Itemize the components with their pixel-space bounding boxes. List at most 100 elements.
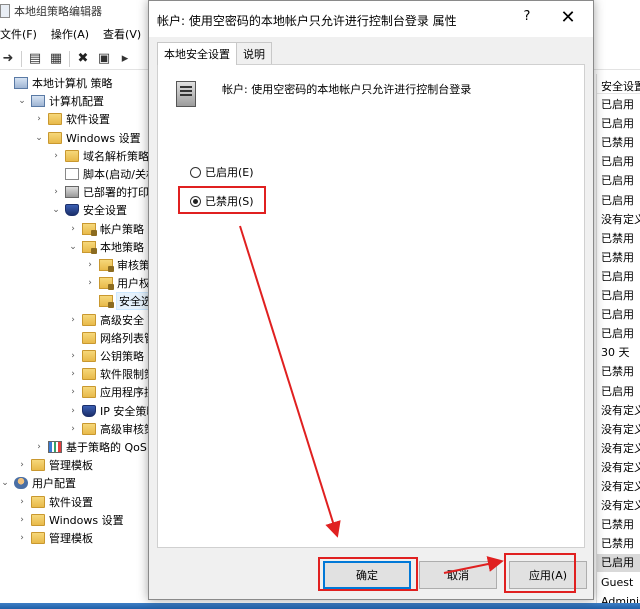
expand-chevron-icon[interactable]: ›	[17, 515, 27, 525]
setting-value[interactable]: 没有定义	[597, 459, 640, 477]
expand-chevron-icon[interactable]: ›	[68, 224, 78, 234]
tree-item[interactable]: 本地计算机 策略	[0, 74, 113, 92]
setting-value[interactable]: 没有定义	[597, 211, 640, 229]
tree-item[interactable]: › 基于策略的 QoS	[34, 438, 147, 456]
help-button[interactable]: ?	[517, 9, 537, 29]
expand-chevron-icon[interactable]: ›	[51, 151, 61, 161]
expand-chevron-icon[interactable]: ⌄	[68, 242, 78, 252]
tree-item[interactable]: › 已部署的打印机	[51, 183, 160, 201]
expand-chevron-icon[interactable]: ›	[17, 533, 27, 543]
setting-value[interactable]: 已启用	[597, 172, 640, 190]
setting-value[interactable]: 已启用	[597, 325, 640, 343]
tab-panel: 帐户: 使用空密码的本地帐户只允许进行控制台登录 已启用(E) 已禁用(S)	[157, 64, 585, 548]
expand-chevron-icon[interactable]: ›	[34, 114, 44, 124]
expand-chevron-icon[interactable]: ›	[34, 442, 44, 452]
setting-value[interactable]: 没有定义	[597, 402, 640, 420]
folder-icon	[31, 459, 45, 472]
setting-value[interactable]: Guest	[597, 574, 640, 592]
computer-icon	[31, 95, 45, 108]
setting-value[interactable]: 没有定义	[597, 421, 640, 439]
tree-item[interactable]: › 域名解析策略	[51, 147, 149, 165]
expand-chevron-icon[interactable]: ›	[51, 187, 61, 197]
tree-item[interactable]: ⌄ 本地策略	[68, 238, 144, 256]
setting-value[interactable]: 已启用	[597, 115, 640, 133]
delete-icon[interactable]: ✖	[75, 51, 91, 67]
folder-icon	[82, 368, 96, 381]
radio-enabled[interactable]	[190, 166, 201, 178]
tree-item[interactable]: ⌄ 计算机配置	[17, 92, 104, 110]
tree-item[interactable]: › 软件设置	[17, 493, 93, 511]
expand-chevron-icon[interactable]: ⌄	[34, 133, 44, 143]
expand-chevron-icon[interactable]: ›	[68, 387, 78, 397]
option-enabled[interactable]: 已启用(E)	[190, 163, 254, 181]
setting-value[interactable]: 已启用	[597, 192, 640, 210]
tree-item[interactable]: ⌄ 用户配置	[0, 474, 76, 492]
setting-value[interactable]: 30 天	[597, 344, 640, 362]
setting-value[interactable]: 已启用	[597, 554, 640, 573]
tree-item-label: 管理模板	[49, 459, 93, 473]
setting-value[interactable]: 已启用	[597, 306, 640, 324]
expand-chevron-icon[interactable]: ›	[85, 260, 95, 270]
setting-value[interactable]: 已禁用	[597, 249, 640, 267]
expand-chevron-icon[interactable]: ⌄	[0, 478, 10, 488]
menu-view[interactable]: 查看(V)	[103, 26, 141, 42]
close-button[interactable]: ✕	[553, 6, 583, 30]
show-hide-tree-icon[interactable]: ▦	[48, 51, 64, 67]
tree-item[interactable]: › 管理模板	[17, 456, 93, 474]
setting-value[interactable]: 已启用	[597, 96, 640, 114]
chart-icon	[48, 441, 62, 453]
user-icon	[14, 477, 28, 490]
navigation-tree: 本地计算机 策略 ⌄ 计算机配置 › 软件设置 ⌄ Windows 设置 › 域名解析策略 脚本(…	[0, 74, 177, 554]
tree-item-label: Windows 设置	[66, 131, 141, 145]
tree-item-label: 帐户策略	[100, 222, 144, 236]
settings-column: 安全设置 已启用已启用已禁用已启用已启用已启用没有定义已禁用已禁用已启用已启用已…	[596, 74, 640, 608]
tab-local-security-setting[interactable]: 本地安全设置	[157, 42, 237, 65]
tree-item[interactable]: › 管理模板	[17, 529, 93, 547]
export-list-icon[interactable]: ▸	[117, 51, 133, 67]
properties-icon[interactable]: ▣	[96, 51, 112, 67]
expand-chevron-icon[interactable]: ›	[85, 278, 95, 288]
expand-chevron-icon[interactable]: ›	[68, 406, 78, 416]
tab-explain[interactable]: 说明	[236, 42, 272, 64]
menu-action[interactable]: 操作(A)	[51, 26, 89, 42]
tree-item[interactable]: 脚本(启动/关机)	[51, 165, 161, 183]
expand-chevron-icon[interactable]: ›	[68, 315, 78, 325]
setting-value[interactable]: 已禁用	[597, 363, 640, 381]
setting-value[interactable]: 已禁用	[597, 516, 640, 534]
dialog-titlebar: 帐户: 使用空密码的本地帐户只允许进行控制台登录 属性 ? ✕	[149, 1, 593, 37]
forward-arrow-icon[interactable]: ➜	[0, 51, 16, 67]
expand-chevron-icon[interactable]: ⌄	[17, 96, 27, 106]
policy-editor-app-icon	[0, 4, 10, 18]
up-folder-icon[interactable]: ▤	[27, 51, 43, 67]
menu-file[interactable]: 文件(F)	[0, 26, 37, 42]
setting-value[interactable]: 没有定义	[597, 478, 640, 496]
folder-icon	[48, 113, 62, 126]
setting-value[interactable]: 已禁用	[597, 230, 640, 248]
setting-value[interactable]: 已禁用	[597, 535, 640, 553]
setting-value[interactable]: 没有定义	[597, 497, 640, 515]
setting-value[interactable]: 已启用	[597, 153, 640, 171]
cancel-button[interactable]: 取消	[419, 561, 497, 589]
setting-value[interactable]: 已禁用	[597, 134, 640, 152]
expand-chevron-icon[interactable]: ›	[68, 424, 78, 434]
folder-icon	[82, 386, 96, 399]
tree-item[interactable]: › Windows 设置	[17, 511, 124, 529]
settings-column-header[interactable]: 安全设置	[597, 78, 640, 94]
setting-value[interactable]: 没有定义	[597, 440, 640, 458]
expand-chevron-icon[interactable]: ›	[17, 497, 27, 507]
tree-item[interactable]: ⌄ 安全设置	[51, 201, 127, 219]
tree-item[interactable]: › 软件设置	[34, 110, 110, 128]
expand-chevron-icon[interactable]: ›	[17, 460, 27, 470]
setting-value[interactable]: 已启用	[597, 268, 640, 286]
expand-chevron-icon[interactable]: ⌄	[51, 205, 61, 215]
tree-item[interactable]: ⌄ Windows 设置	[34, 129, 141, 147]
setting-value[interactable]: 已启用	[597, 383, 640, 401]
expand-chevron-icon[interactable]: ›	[68, 369, 78, 379]
setting-value[interactable]: 已启用	[597, 287, 640, 305]
shield-icon	[65, 204, 79, 217]
tree-item-label: 用户配置	[32, 477, 76, 491]
tree-item[interactable]: › 公钥策略	[68, 347, 144, 365]
tree-item[interactable]: › 帐户策略	[68, 220, 144, 238]
tree-item-label: 基于策略的 QoS	[66, 441, 147, 454]
expand-chevron-icon[interactable]: ›	[68, 351, 78, 361]
